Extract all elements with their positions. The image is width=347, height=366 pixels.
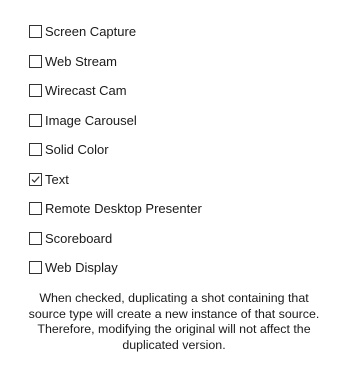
checkbox-label: Scoreboard	[45, 230, 113, 246]
checkbox-label: Solid Color	[45, 142, 109, 158]
checkbox-label: Text	[45, 171, 69, 187]
checkbox-box[interactable]	[29, 143, 42, 157]
checkbox-label: Remote Desktop Presenter	[45, 201, 202, 217]
checkbox-box[interactable]	[29, 113, 42, 127]
checkbox-solid-color[interactable]: Solid Color	[29, 135, 202, 165]
checkbox-remote-desktop-presenter[interactable]: Remote Desktop Presenter	[29, 194, 202, 224]
checkbox-image-carousel[interactable]: Image Carousel	[29, 106, 202, 136]
checkbox-box[interactable]	[29, 202, 42, 216]
source-type-checkbox-list: Screen Capture Web Stream Wirecast Cam I…	[29, 17, 202, 283]
checkbox-box[interactable]	[29, 231, 42, 245]
checkbox-box[interactable]	[29, 25, 42, 39]
duplicate-behavior-description: When checked, duplicating a shot contain…	[28, 291, 320, 352]
checkbox-label: Web Stream	[45, 53, 118, 69]
checkmark-icon	[31, 175, 40, 183]
checkbox-box[interactable]	[29, 261, 42, 275]
duplicate-sources-panel: Screen Capture Web Stream Wirecast Cam I…	[0, 0, 347, 366]
checkbox-label: Screen Capture	[45, 24, 137, 40]
checkbox-box[interactable]	[29, 54, 42, 68]
checkbox-web-display[interactable]: Web Display	[29, 253, 202, 283]
checkbox-text[interactable]: Text	[29, 165, 202, 195]
checkbox-label: Web Display	[45, 260, 118, 276]
checkbox-screen-capture[interactable]: Screen Capture	[29, 17, 202, 47]
checkbox-box[interactable]	[29, 84, 42, 98]
checkbox-label: Image Carousel	[45, 112, 137, 128]
checkbox-box[interactable]	[29, 172, 42, 186]
checkbox-scoreboard[interactable]: Scoreboard	[29, 224, 202, 254]
checkbox-wirecast-cam[interactable]: Wirecast Cam	[29, 76, 202, 106]
checkbox-label: Wirecast Cam	[45, 83, 127, 99]
checkbox-web-stream[interactable]: Web Stream	[29, 47, 202, 77]
